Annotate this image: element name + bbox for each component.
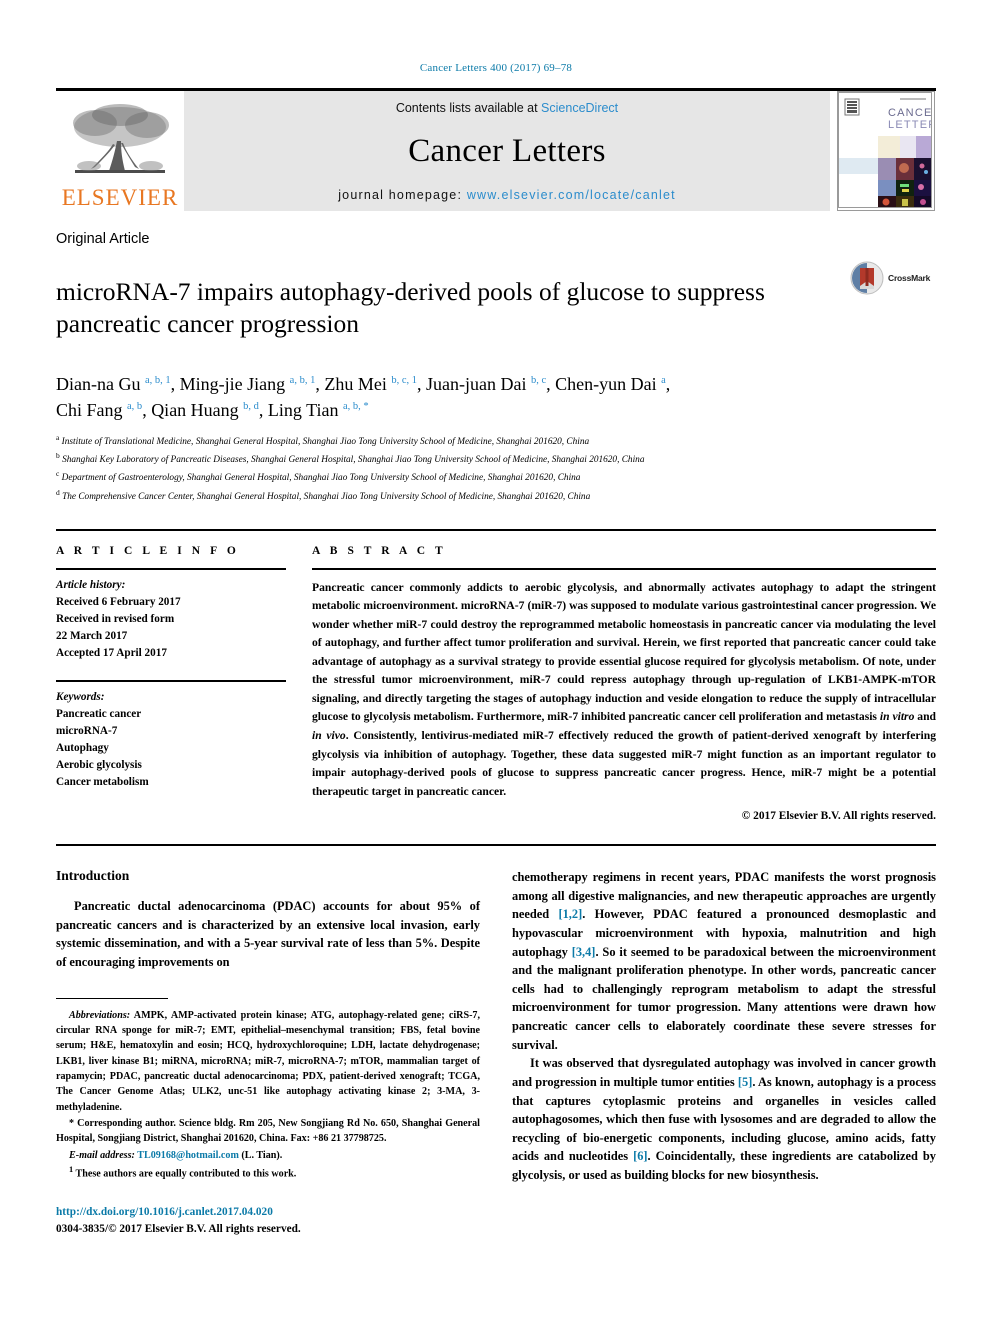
affiliation-item: c Department of Gastroenterology, Shangh… [56, 468, 936, 486]
title-row: microRNA-7 impairs autophagy-derived poo… [56, 259, 936, 357]
article-info-column: A R T I C L E I N F O Article history: R… [56, 531, 312, 823]
crossmark-icon [850, 261, 884, 295]
elsevier-wordmark: ELSEVIER [61, 185, 179, 210]
abstract-mid: and [914, 710, 936, 724]
issn-copyright-line: 0304-3835/© 2017 Elsevier B.V. All right… [56, 1222, 301, 1235]
document-page: Cancer Letters 400 (2017) 69–78 ELSEVIER… [0, 0, 992, 1323]
email-link[interactable]: TL09168@hotmail.com [137, 1150, 239, 1161]
author-list: Dian-na Gu a, b, 1, Ming-jie Jiang a, b,… [56, 371, 936, 423]
keyword-item: Autophagy [56, 741, 109, 754]
page-title: microRNA-7 impairs autophagy-derived poo… [56, 277, 765, 338]
abstract-part-1: Pancreatic cancer commonly addicts to ae… [312, 580, 936, 724]
keyword-item: Cancer metabolism [56, 775, 149, 788]
email-note: E-mail address: TL09168@hotmail.com (L. … [56, 1148, 480, 1163]
affiliation-text: Shanghai Key Laboratory of Pancreatic Di… [62, 455, 645, 466]
equal-contribution-note: 1 These authors are equally contributed … [56, 1164, 480, 1182]
abbreviations-text: AMPK, AMP-activated protein kinase; ATG,… [56, 1009, 480, 1113]
affiliation-item: a Institute of Translational Medicine, S… [56, 432, 936, 450]
elsevier-tree-icon [73, 104, 169, 173]
citation-ref-1-2[interactable]: [1,2] [558, 907, 582, 921]
cover-artwork-icon: CANCER LETTERS [838, 92, 934, 208]
body-columns: Introduction Pancreatic ductal adenocarc… [56, 868, 936, 1237]
history-item: Accepted 17 April 2017 [56, 646, 167, 659]
history-item: Received in revised form [56, 612, 175, 625]
affiliation-item: b Shanghai Key Laboratory of Pancreatic … [56, 450, 936, 468]
history-item: Received 6 February 2017 [56, 595, 181, 608]
sciencedirect-link[interactable]: ScienceDirect [541, 101, 618, 115]
abstract-italic-in-vitro: in vitro [879, 710, 915, 724]
affiliation-marker: d [56, 487, 60, 497]
corresponding-author-note: * Corresponding author. Science bldg. Rm… [56, 1117, 480, 1145]
contents-list-line: Contents lists available at ScienceDirec… [396, 101, 618, 115]
author-line-1: Dian-na Gu a, b, 1, Ming-jie Jiang a, b,… [56, 373, 671, 394]
abstract-heading: A B S T R A C T [312, 544, 447, 557]
intro-paragraph-right-2: It was observed that dysregulated autoph… [512, 1054, 936, 1184]
journal-homepage-line: journal homepage: www.elsevier.com/locat… [338, 188, 676, 202]
masthead-center-band: Contents lists available at ScienceDirec… [184, 91, 830, 211]
svg-text:CANCER: CANCER [888, 107, 932, 119]
affiliation-marker: c [56, 469, 60, 479]
body-left-column: Introduction Pancreatic ductal adenocarc… [56, 868, 480, 1237]
abbreviations-note: Abbreviations: AMPK, AMP-activated prote… [56, 1008, 480, 1115]
crossmark-label: CrossMark [888, 273, 931, 283]
citation-ref-5[interactable]: [5] [738, 1075, 752, 1089]
abstract-column: A B S T R A C T Pancreatic cancer common… [312, 531, 936, 823]
keyword-item: Pancreatic cancer [56, 707, 142, 720]
keyword-item: microRNA-7 [56, 724, 118, 737]
cover-image: CANCER LETTERS [837, 91, 935, 211]
section-heading-introduction: Introduction [56, 868, 130, 884]
divider [56, 567, 286, 570]
affiliation-marker: b [56, 451, 60, 461]
body-right-column: chemotherapy regimens in recent years, P… [512, 868, 936, 1237]
footnote-block: Abbreviations: AMPK, AMP-activated prote… [56, 997, 480, 1238]
elsevier-logo: ELSEVIER [56, 91, 184, 211]
citation-ref-6[interactable]: [6] [633, 1149, 647, 1163]
history-item: 22 March 2017 [56, 629, 128, 642]
abbreviations-label: Abbreviations: [69, 1009, 131, 1021]
article-history: Article history: Received 6 February 201… [56, 577, 286, 662]
author-line-2: Chi Fang a, b, Qian Huang b, d, Ling Tia… [56, 400, 369, 420]
keywords-label: Keywords: [56, 690, 105, 703]
abstract-italic-in-vivo: in vivo [312, 729, 346, 743]
email-suffix: (L. Tian). [238, 1149, 283, 1161]
affiliation-list: a Institute of Translational Medicine, S… [56, 432, 936, 505]
affiliation-text: Institute of Translational Medicine, Sha… [61, 437, 590, 448]
equal-contribution-text: These authors are equally contributed to… [73, 1168, 297, 1180]
citation-ref-3-4[interactable]: [3,4] [572, 945, 596, 959]
journal-cover-thumbnail: CANCER LETTERS [836, 91, 936, 211]
divider [56, 844, 936, 847]
article-info-heading: A R T I C L E I N F O [56, 544, 240, 557]
svg-text:LETTERS: LETTERS [888, 119, 932, 131]
abstract-part-2: . Consistently, lentivirus-mediated miR-… [312, 729, 936, 798]
affiliation-marker: a [56, 433, 60, 443]
journal-homepage-link[interactable]: www.elsevier.com/locate/canlet [467, 188, 676, 202]
homepage-prefix-text: journal homepage: [338, 188, 467, 202]
journal-masthead: ELSEVIER Contents lists available at Sci… [56, 88, 936, 211]
affiliation-text: Department of Gastroenterology, Shanghai… [61, 473, 581, 484]
divider [56, 679, 286, 682]
crossmark-badge[interactable]: CrossMark [850, 261, 936, 295]
intro-paragraph-left: Pancreatic ductal adenocarcinoma (PDAC) … [56, 899, 480, 970]
intro-paragraph-right-1: chemotherapy regimens in recent years, P… [512, 868, 936, 1054]
affiliation-item: d The Comprehensive Cancer Center, Shang… [56, 487, 936, 505]
affiliation-text: The Comprehensive Cancer Center, Shangha… [62, 491, 591, 502]
abstract-body: Pancreatic cancer commonly addicts to ae… [312, 579, 936, 802]
article-history-label: Article history: [56, 578, 126, 591]
keyword-item: Aerobic glycolysis [56, 758, 142, 771]
email-label: E-mail address: [69, 1149, 135, 1161]
right-p1-c: . So it seemed to be paradoxical between… [512, 944, 937, 1052]
doi-link[interactable]: http://dx.doi.org/10.1016/j.canlet.2017.… [56, 1204, 480, 1221]
journal-title: Cancer Letters [408, 133, 606, 169]
divider [312, 567, 936, 570]
article-type-label: Original Article [56, 231, 150, 247]
contents-prefix-text: Contents lists available at [395, 101, 542, 115]
article-info-abstract-row: A R T I C L E I N F O Article history: R… [56, 528, 936, 823]
abstract-copyright: © 2017 Elsevier B.V. All rights reserved… [741, 810, 936, 823]
running-head: Cancer Letters 400 (2017) 69–78 [419, 62, 573, 74]
keyword-list: Keywords: Pancreatic cancer microRNA-7 A… [56, 689, 286, 791]
